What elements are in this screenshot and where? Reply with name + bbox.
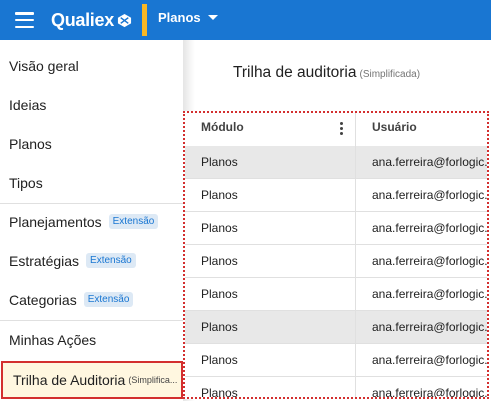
sidebar-nav: Visão geral Ideias Planos Tipos Planejam… — [0, 40, 183, 401]
column-header-usuario[interactable]: Usuário — [372, 120, 417, 134]
table-row[interactable]: Planos ana.ferreira@forlogic.net — [185, 212, 488, 245]
page-subtitle: (Simplificada) — [359, 69, 421, 80]
sidebar-item-label: Categorias — [9, 291, 77, 308]
cell-modulo: Planos — [201, 188, 238, 202]
cell-modulo: Planos — [201, 386, 238, 399]
qualiex-logo[interactable]: Qualiex — [51, 8, 132, 32]
page-title: Trilha de auditoria (Simplificada) — [233, 64, 420, 82]
cell-modulo: Planos — [201, 353, 238, 367]
sidebar-item-label: Ideias — [9, 96, 47, 113]
cell-usuario: ana.ferreira@forlogic.net — [372, 254, 488, 268]
cell-modulo: Planos — [201, 155, 238, 169]
sidebar-item-ideias[interactable]: Ideias — [0, 85, 183, 124]
cell-divider — [355, 212, 356, 244]
sidebar-item-visao-geral[interactable]: Visão geral — [0, 46, 183, 85]
top-app-bar: Qualiex Planos — [0, 0, 491, 40]
module-selector[interactable]: Planos — [158, 10, 218, 25]
table-row[interactable]: Planos ana.ferreira@forlogic.net — [185, 245, 488, 278]
cell-divider — [355, 245, 356, 277]
cell-divider — [355, 377, 356, 397]
cell-divider — [355, 146, 356, 178]
cell-usuario: ana.ferreira@forlogic.net — [372, 386, 488, 399]
sidebar-item-label: Planos — [9, 135, 52, 152]
cell-usuario: ana.ferreira@forlogic.net — [372, 353, 488, 367]
sidebar-item-categorias[interactable]: Categorias Extensão — [0, 280, 183, 319]
extension-badge: Extensão — [83, 292, 134, 307]
cell-usuario: ana.ferreira@forlogic.net — [372, 287, 488, 301]
column-menu-icon[interactable] — [340, 122, 343, 137]
brand-name: Qualiex — [51, 9, 114, 30]
logo-mark-icon — [117, 13, 131, 28]
caret-down-icon — [207, 15, 218, 20]
sidebar-item-label: Trilha de Auditoria — [13, 372, 126, 388]
sidebar-item-label: Tipos — [9, 174, 43, 191]
table-row[interactable]: Planos ana.ferreira@forlogic.net — [185, 344, 488, 377]
cell-divider — [355, 344, 356, 376]
page-title-text: Trilha de auditoria — [233, 64, 357, 81]
audit-trail-grid: Módulo Usuário Planos ana.ferreira@forlo… — [183, 111, 489, 399]
table-row[interactable]: Planos ana.ferreira@forlogic.net — [185, 311, 488, 344]
hamburger-menu-icon[interactable] — [15, 12, 34, 29]
table-row[interactable]: Planos ana.ferreira@forlogic.net — [185, 278, 488, 311]
sidebar-item-estrategias[interactable]: Estratégias Extensão — [0, 241, 183, 280]
cell-modulo: Planos — [201, 287, 238, 301]
cell-usuario: ana.ferreira@forlogic.net — [372, 320, 488, 334]
cell-usuario: ana.ferreira@forlogic.net — [372, 155, 488, 169]
sidebar-item-label: Visão geral — [9, 57, 79, 74]
extension-badge: Extensão — [86, 253, 136, 268]
cell-modulo: Planos — [201, 254, 238, 268]
module-selector-label: Planos — [158, 10, 201, 25]
cell-divider — [355, 311, 356, 343]
cell-usuario: ana.ferreira@forlogic.net — [372, 221, 488, 235]
table-row[interactable]: Planos ana.ferreira@forlogic.net — [185, 377, 488, 399]
table-row[interactable]: Planos ana.ferreira@forlogic.net — [185, 179, 488, 212]
column-divider[interactable] — [355, 113, 356, 146]
sidebar-item-label: Estratégias — [9, 252, 80, 269]
extension-badge: Extensão — [108, 214, 159, 229]
sidebar-item-label: Planejamentos — [9, 213, 102, 230]
cell-divider — [355, 278, 356, 310]
sidebar-item-planos[interactable]: Planos — [0, 124, 183, 163]
sidebar-item-sublabel: (Simplifica... — [128, 375, 178, 385]
cell-usuario: ana.ferreira@forlogic.net — [372, 188, 488, 202]
sidebar-item-label: Minhas Ações — [9, 331, 97, 348]
sidebar-item-planejamentos[interactable]: Planejamentos Extensão — [0, 202, 183, 241]
column-header-modulo[interactable]: Módulo — [201, 120, 244, 134]
cell-modulo: Planos — [201, 320, 238, 334]
sidebar-item-tipos[interactable]: Tipos — [0, 163, 183, 202]
sidebar-item-minhas-acoes[interactable]: Minhas Ações — [0, 320, 183, 359]
module-accent-bar — [142, 4, 147, 36]
sidebar-item-trilha-de-auditoria[interactable]: Trilha de Auditoria (Simplifica... — [1, 361, 183, 399]
grid-header: Módulo Usuário — [185, 113, 487, 147]
table-row[interactable]: Planos ana.ferreira@forlogic.net — [185, 146, 488, 179]
cell-divider — [355, 179, 356, 211]
cell-modulo: Planos — [201, 221, 238, 235]
